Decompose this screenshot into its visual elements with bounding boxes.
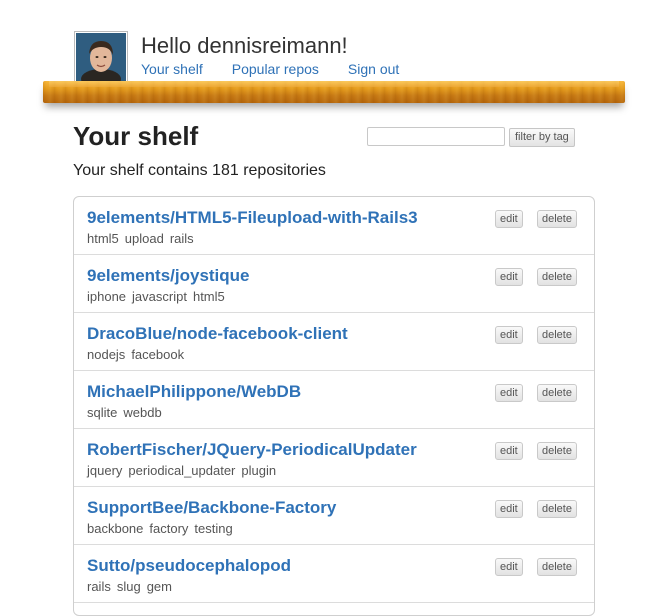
repo-row: 9elements/joystique iphone javascript html…	[74, 255, 594, 313]
repo-link[interactable]: SupportBee/Backbone-Factory	[87, 498, 336, 518]
delete-button[interactable]: delete	[537, 384, 577, 402]
repo-tag[interactable]: rails	[170, 231, 194, 246]
repo-tag[interactable]: gem	[147, 579, 172, 594]
edit-button[interactable]: edit	[495, 326, 523, 344]
repo-tag[interactable]: iphone	[87, 289, 126, 304]
repo-tags: backbone factory testing	[87, 521, 239, 536]
user-avatar	[74, 31, 128, 85]
repo-tags: nodejs facebook	[87, 347, 190, 362]
repo-tags: jquery periodical_updater plugin	[87, 463, 282, 478]
repo-tags: rails slug gem	[87, 579, 178, 594]
page-title: Your shelf	[73, 121, 199, 151]
wooden-shelf-highlight	[49, 81, 619, 87]
repo-link[interactable]: DracoBlue/node-facebook-client	[87, 324, 348, 344]
delete-button[interactable]: delete	[537, 326, 577, 344]
repo-row: DracoBlue/node-facebook-client nodejs fac…	[74, 313, 594, 371]
repo-link[interactable]: 9elements/HTML5-Fileupload-with-Rails3	[87, 208, 418, 228]
repo-tag[interactable]: html5	[87, 231, 119, 246]
repo-tag[interactable]: javascript	[132, 289, 187, 304]
repo-tag[interactable]: factory	[149, 521, 188, 536]
greeting-text: Hello dennisreimann!	[141, 33, 348, 58]
repo-tag[interactable]: slug	[117, 579, 141, 594]
repo-tag[interactable]: periodical_updater	[128, 463, 235, 478]
nav-popular-repos[interactable]: Popular repos	[232, 61, 319, 77]
repo-link[interactable]: 9elements/joystique	[87, 266, 250, 286]
repo-tags: sqlite webdb	[87, 405, 168, 420]
repo-tag[interactable]: facebook	[131, 347, 184, 362]
repo-row: RobertFischer/JQuery-PeriodicalUpdater j…	[74, 429, 594, 487]
delete-button[interactable]: delete	[537, 442, 577, 460]
repo-tag[interactable]: webdb	[123, 405, 161, 420]
repo-tag[interactable]: jquery	[87, 463, 122, 478]
repo-row: SupportBee/Backbone-Factory backbone fact…	[74, 487, 594, 545]
nav-your-shelf[interactable]: Your shelf	[141, 61, 203, 77]
repo-tags: iphone javascript html5	[87, 289, 231, 304]
delete-button[interactable]: delete	[537, 500, 577, 518]
tag-filter-input[interactable]	[367, 127, 505, 146]
repo-row: MichaelPhilippone/WebDB sqlite webdb edit…	[74, 371, 594, 429]
filter-by-tag-button[interactable]: filter by tag	[509, 128, 575, 147]
delete-button[interactable]: delete	[537, 268, 577, 286]
repo-link[interactable]: RobertFischer/JQuery-PeriodicalUpdater	[87, 440, 417, 460]
edit-button[interactable]: edit	[495, 210, 523, 228]
repository-count: Your shelf contains 181 repositories	[73, 162, 326, 179]
repo-tag[interactable]: nodejs	[87, 347, 125, 362]
repo-link[interactable]: Sutto/pseudocephalopod	[87, 556, 291, 576]
repo-tag[interactable]: plugin	[241, 463, 276, 478]
repo-tag[interactable]: rails	[87, 579, 111, 594]
repo-row: 9elements/HTML5-Fileupload-with-Rails3 h…	[74, 197, 594, 255]
repo-row: Sutto/pseudocephalopod rails slug gem edit…	[74, 545, 594, 603]
repo-link[interactable]: MichaelPhilippone/WebDB	[87, 382, 301, 402]
edit-button[interactable]: edit	[495, 268, 523, 286]
repo-tag[interactable]: sqlite	[87, 405, 117, 420]
delete-button[interactable]: delete	[537, 558, 577, 576]
repo-tag[interactable]: backbone	[87, 521, 143, 536]
edit-button[interactable]: edit	[495, 558, 523, 576]
edit-button[interactable]: edit	[495, 442, 523, 460]
delete-button[interactable]: delete	[537, 210, 577, 228]
nav-sign-out[interactable]: Sign out	[348, 61, 399, 77]
edit-button[interactable]: edit	[495, 500, 523, 518]
repo-tags: html5 upload rails	[87, 231, 200, 246]
repo-tag[interactable]: upload	[125, 231, 164, 246]
repository-list: 9elements/HTML5-Fileupload-with-Rails3 h…	[73, 196, 595, 616]
repo-tag[interactable]: html5	[193, 289, 225, 304]
repo-tag[interactable]: testing	[194, 521, 232, 536]
edit-button[interactable]: edit	[495, 384, 523, 402]
user-nav: Your shelf Popular repos Sign out	[141, 61, 428, 77]
